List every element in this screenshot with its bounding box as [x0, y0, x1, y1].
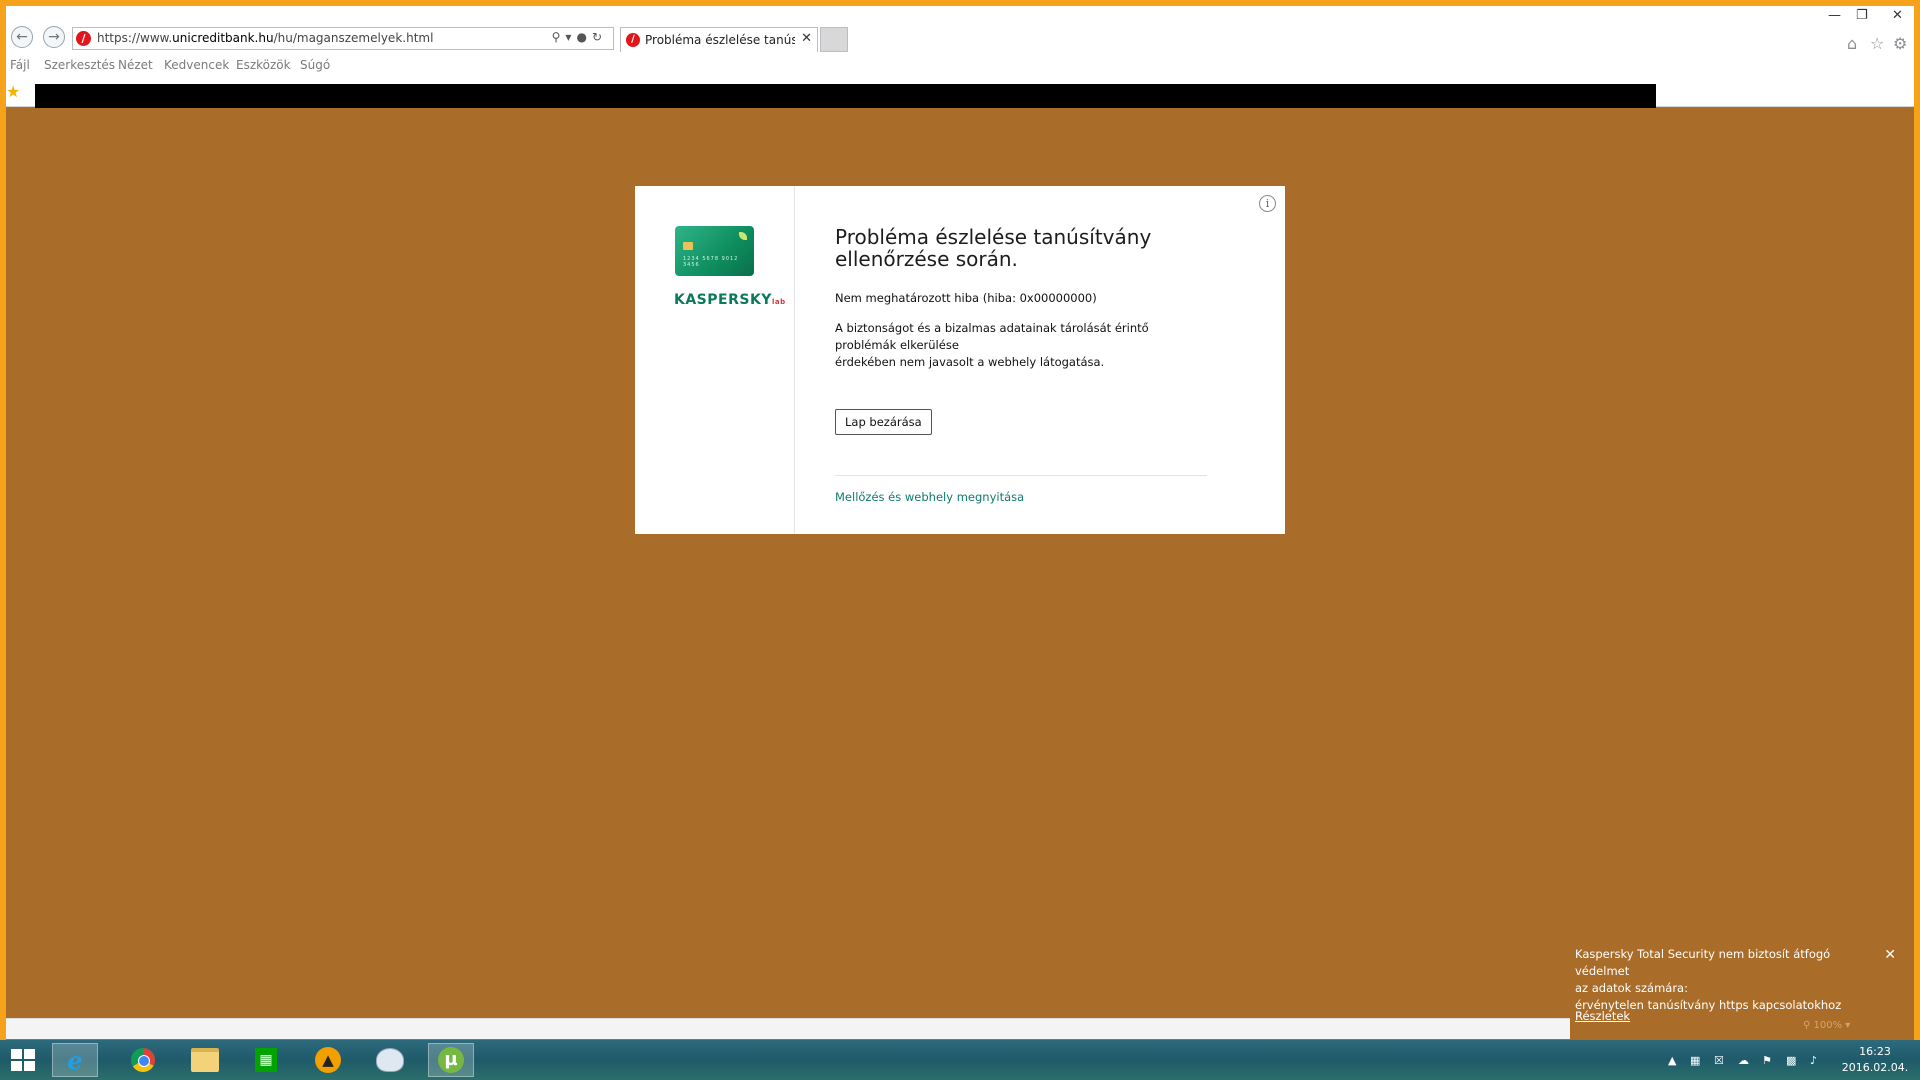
zoom-value: 100% — [1813, 1020, 1843, 1031]
menu-help[interactable]: Súgó — [300, 58, 330, 72]
taskbar-paint[interactable] — [367, 1043, 413, 1077]
arrow-left-icon: ← — [16, 29, 28, 45]
ignore-and-open-link[interactable]: Mellőzés és webhely megnyitása — [835, 490, 1024, 504]
error-code-text: Nem meghatározott hiba (hiba: 0x00000000… — [835, 291, 1097, 305]
arrow-right-icon: → — [48, 29, 60, 45]
card-chip — [683, 242, 693, 250]
credit-card-icon: 1234 5678 9012 3456 — [675, 226, 754, 276]
new-tab-button[interactable] — [820, 27, 848, 52]
tray-network-icon[interactable]: ▩ — [1786, 1054, 1796, 1067]
favorites-add-icon[interactable]: ★ — [6, 82, 20, 101]
menu-edit[interactable]: Szerkesztés — [44, 58, 115, 72]
kaspersky-logo: KASPERSKYlab — [674, 292, 786, 308]
description-line-2: érdekében nem javasolt a webhely látogat… — [835, 355, 1105, 369]
menu-bar: Fájl Szerkesztés Nézet Kedvencek Eszközö… — [6, 54, 1914, 78]
tab-favicon-icon: ∕ — [626, 33, 640, 47]
back-button[interactable]: ← — [11, 26, 33, 48]
unicredit-favicon-icon: ∕ — [76, 31, 91, 46]
divider — [835, 475, 1207, 476]
tab-close-icon[interactable]: ✕ — [801, 31, 812, 46]
kaspersky-notification: Kaspersky Total Security nem biztosít át… — [1570, 940, 1914, 1040]
close-window-icon[interactable]: ✕ — [1892, 8, 1903, 23]
chrome-icon — [131, 1048, 155, 1072]
forward-button[interactable]: → — [43, 26, 65, 48]
zoom-icon: ⚲ — [1803, 1020, 1811, 1031]
dropdown-icon[interactable]: ▾ — [565, 30, 576, 44]
restore-icon[interactable]: ❐ — [1856, 8, 1868, 23]
close-page-button[interactable]: Lap bezárása — [835, 409, 932, 435]
address-bar[interactable]: ∕ https://www.unicreditbank.hu/hu/magans… — [72, 27, 614, 50]
tray-expand-icon[interactable]: ▲ — [1668, 1054, 1676, 1067]
zoom-level[interactable]: ⚲ 100% ▾ — [1803, 1020, 1850, 1031]
redacted-bar — [35, 84, 1656, 108]
search-icon[interactable]: ⚲ — [552, 30, 566, 44]
taskbar-aimp[interactable]: ▲ — [305, 1043, 351, 1077]
clock-time: 16:23 — [1859, 1045, 1891, 1058]
card-number: 1234 5678 9012 3456 — [683, 256, 739, 268]
menu-view[interactable]: Nézet — [118, 58, 153, 72]
notification-close-icon[interactable]: ✕ — [1884, 947, 1896, 963]
menu-favorites[interactable]: Kedvencek — [164, 58, 229, 72]
description-line-1: A biztonságot és a bizalmas adatainak tá… — [835, 321, 1149, 352]
tray-windows-icon[interactable]: ▦ — [1690, 1054, 1700, 1067]
taskbar-utorrent[interactable]: µ — [428, 1043, 474, 1077]
certificate-warning-dialog: 1234 5678 9012 3456 KASPERSKYlab i Probl… — [635, 186, 1285, 534]
url-path: /hu/maganszemelyek.html — [273, 31, 434, 45]
taskbar-chrome[interactable] — [120, 1043, 166, 1077]
status-bar — [6, 1018, 1572, 1039]
dialog-brand-panel: 1234 5678 9012 3456 KASPERSKYlab — [635, 186, 795, 534]
home-icon[interactable]: ⌂ — [1847, 34, 1857, 53]
windows-start-icon[interactable] — [11, 1049, 35, 1071]
utorrent-icon: µ — [438, 1047, 464, 1073]
browser-window — [0, 0, 1920, 1080]
taskbar: e ▦ ▲ µ ▲ ▦ ☒ ☁ ⚑ ▩ ♪ 16:23 2016.02.04. — [0, 1040, 1920, 1080]
tray-cloud-icon[interactable]: ☁ — [1738, 1054, 1749, 1067]
notification-line-1: Kaspersky Total Security nem biztosít át… — [1575, 947, 1831, 978]
favorites-star-icon[interactable]: ☆ — [1870, 34, 1884, 53]
tab-active[interactable]: ∕ Probléma észlelése tanúsítv... ✕ — [620, 27, 818, 52]
url-prefix: https://www. — [97, 31, 173, 45]
internet-explorer-icon: e — [67, 1045, 83, 1075]
lock-icon[interactable]: ● — [576, 30, 591, 44]
paint-palette-icon — [376, 1048, 404, 1072]
warning-description: A biztonságot és a bizalmas adatainak tá… — [835, 320, 1195, 371]
taskbar-internet-explorer[interactable]: e — [52, 1043, 98, 1077]
details-link[interactable]: Részletek — [1575, 1009, 1630, 1023]
notification-text: Kaspersky Total Security nem biztosít át… — [1575, 946, 1875, 1014]
info-icon[interactable]: i — [1259, 195, 1276, 212]
dialog-title: Probléma észlelése tanúsítvány ellenőrzé… — [835, 225, 1152, 271]
tab-title: Probléma észlelése tanúsítv... — [645, 33, 795, 47]
settings-gear-icon[interactable]: ⚙ — [1893, 34, 1907, 53]
url-domain: unicreditbank.hu — [172, 31, 274, 45]
refresh-icon[interactable]: ↻ — [592, 30, 607, 44]
card-leaf-icon — [739, 232, 747, 240]
aimp-icon: ▲ — [315, 1047, 341, 1073]
minimize-icon[interactable]: — — [1828, 8, 1841, 23]
kaspersky-brand: KASPERSKY — [674, 292, 772, 308]
store-bag-icon: ▦ — [255, 1048, 277, 1072]
address-bar-tools: ⚲▾●↻ — [552, 30, 607, 44]
url-text[interactable]: https://www.unicreditbank.hu/hu/magansze… — [97, 31, 433, 45]
taskbar-store[interactable]: ▦ — [243, 1043, 289, 1077]
menu-tools[interactable]: Eszközök — [236, 58, 291, 72]
menu-file[interactable]: Fájl — [10, 58, 30, 72]
kaspersky-lab-mark: lab — [771, 298, 786, 306]
tray-kaspersky-icon[interactable]: ☒ — [1714, 1054, 1724, 1067]
system-clock[interactable]: 16:23 2016.02.04. — [1840, 1044, 1910, 1076]
tray-flag-icon[interactable]: ⚑ — [1762, 1054, 1772, 1067]
folder-icon — [191, 1048, 219, 1072]
clock-date: 2016.02.04. — [1841, 1061, 1909, 1074]
taskbar-file-explorer[interactable] — [182, 1043, 228, 1077]
tray-volume-icon[interactable]: ♪ — [1810, 1054, 1817, 1067]
notification-line-2: az adatok számára: — [1575, 981, 1688, 995]
